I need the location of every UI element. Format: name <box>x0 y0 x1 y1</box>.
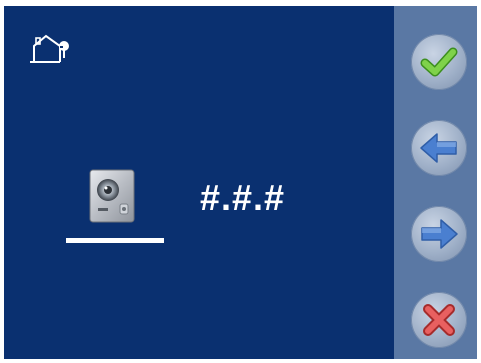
arrow-right-icon <box>421 219 458 249</box>
main-panel: #.#.# <box>4 6 394 359</box>
close-icon <box>423 304 455 336</box>
selection-underline <box>66 238 164 243</box>
address-code: #.#.# <box>200 177 286 218</box>
screen: #.#.# <box>4 6 477 359</box>
previous-button[interactable] <box>411 120 467 176</box>
arrow-left-icon <box>420 133 457 163</box>
confirm-button[interactable] <box>411 34 467 90</box>
door-panel-icon <box>84 168 140 224</box>
checkmark-icon <box>420 47 458 77</box>
device-frame: #.#.# <box>0 0 481 363</box>
home-icon <box>26 28 78 68</box>
next-button[interactable] <box>411 206 467 262</box>
cancel-button[interactable] <box>411 292 467 348</box>
